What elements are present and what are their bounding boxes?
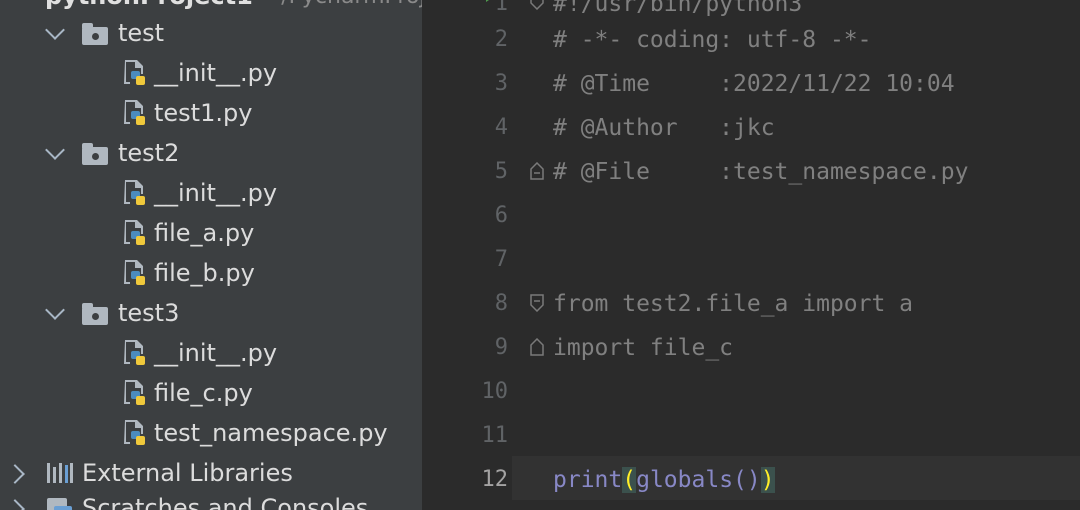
python-file-icon — [124, 60, 145, 85]
line-number: 8 — [494, 291, 508, 316]
python-file-icon — [124, 100, 145, 125]
tree-file-init-test[interactable]: __init__.py — [0, 53, 422, 93]
tree-file-init-test3[interactable]: __init__.py — [0, 333, 422, 373]
tree-item-label: __init__.py — [154, 59, 278, 87]
line-number-current: 12 — [481, 467, 509, 492]
chevron-right-icon[interactable] — [5, 464, 25, 484]
tree-item-label: __init__.py — [154, 179, 278, 207]
code-line[interactable]: from test2.file_a import a — [553, 282, 913, 326]
tree-item-label: file_c.py — [154, 379, 253, 407]
line-number: 9 — [494, 335, 508, 360]
code-editor[interactable]: 1 2 3 4 5 6 7 8 9 10 11 12 #!/usr/bin/py… — [422, 0, 1080, 510]
tree-folder-test[interactable]: test — [0, 13, 422, 53]
chevron-down-icon[interactable] — [45, 140, 65, 160]
line-number: 7 — [494, 247, 508, 272]
project-root-path: ~/PycharmProjects/pythonProject1 — [263, 0, 422, 9]
python-file-icon — [124, 420, 145, 445]
tree-item-label: test_namespace.py — [154, 419, 388, 447]
code-line-current[interactable]: print(globals()) — [553, 458, 775, 502]
fold-marker-icon[interactable] — [530, 0, 544, 10]
line-number: 10 — [481, 379, 509, 404]
chevron-right-icon[interactable] — [5, 499, 25, 510]
tree-file-test-namespace[interactable]: test_namespace.py — [0, 413, 422, 453]
python-file-icon — [124, 180, 145, 205]
tree-item-label: External Libraries — [82, 459, 293, 487]
fold-end-marker-icon[interactable] — [530, 338, 544, 356]
folder-icon — [82, 143, 108, 165]
code-line[interactable]: # @Time :2022/11/22 10:04 — [553, 62, 955, 106]
library-icon — [47, 463, 73, 483]
fold-end-marker-icon[interactable] — [530, 162, 544, 180]
scratches-icon — [47, 498, 72, 510]
tree-file-file-a[interactable]: file_a.py — [0, 213, 422, 253]
tree-file-init-test2[interactable]: __init__.py — [0, 173, 422, 213]
code-line[interactable]: # -*- coding: utf-8 -*- — [553, 18, 872, 62]
line-number: 2 — [494, 27, 508, 52]
tree-file-file-c[interactable]: file_c.py — [0, 373, 422, 413]
folder-icon — [82, 23, 108, 45]
python-file-icon — [124, 220, 145, 245]
python-file-icon — [124, 340, 145, 365]
close-paren: ) — [760, 467, 775, 493]
code-line[interactable]: # @File :test_namespace.py — [553, 150, 968, 194]
code-line[interactable]: import file_c — [553, 326, 733, 370]
tree-file-file-b[interactable]: file_b.py — [0, 253, 422, 293]
line-number: 11 — [481, 423, 509, 448]
project-root-name: pythonProject1 — [45, 0, 253, 10]
code-line[interactable]: # @Author :jkc — [553, 106, 775, 150]
tree-folder-test2[interactable]: test2 — [0, 133, 422, 173]
python-file-icon — [124, 380, 145, 405]
project-tree: pythonProject1 ~/PycharmProjects/pythonP… — [0, 0, 422, 510]
tree-item-label: test2 — [118, 139, 180, 167]
tree-scratches-consoles[interactable]: Scratches and Consoles — [0, 488, 422, 510]
tree-file-test1[interactable]: test1.py — [0, 93, 422, 133]
python-file-icon — [124, 260, 145, 285]
project-root[interactable]: pythonProject1 ~/PycharmProjects/pythonP… — [45, 0, 422, 10]
folder-icon — [82, 303, 108, 325]
fold-marker-icon[interactable] — [530, 294, 544, 312]
tree-item-label: test1.py — [154, 99, 253, 127]
editor-gutter[interactable]: 1 2 3 4 5 6 7 8 9 10 11 12 — [422, 0, 512, 510]
tree-folder-test3[interactable]: test3 — [0, 293, 422, 333]
line-number: 5 — [494, 159, 508, 184]
tree-item-label: test3 — [118, 299, 180, 327]
tree-item-label: __init__.py — [154, 339, 278, 367]
print-keyword: print — [553, 467, 623, 493]
line-number: 3 — [494, 71, 508, 96]
tree-external-libraries[interactable]: External Libraries — [0, 453, 422, 493]
line-number: 6 — [494, 203, 508, 228]
tree-item-label: Scratches and Consoles — [82, 494, 369, 510]
tree-item-label: test — [118, 19, 165, 47]
chevron-down-icon[interactable] — [45, 20, 65, 40]
chevron-down-icon[interactable] — [45, 300, 65, 320]
tree-item-label: file_a.py — [154, 219, 255, 247]
globals-call: globals() — [636, 467, 761, 493]
open-paren: ( — [622, 467, 637, 493]
tree-item-label: file_b.py — [154, 259, 255, 287]
line-number: 4 — [494, 115, 508, 140]
